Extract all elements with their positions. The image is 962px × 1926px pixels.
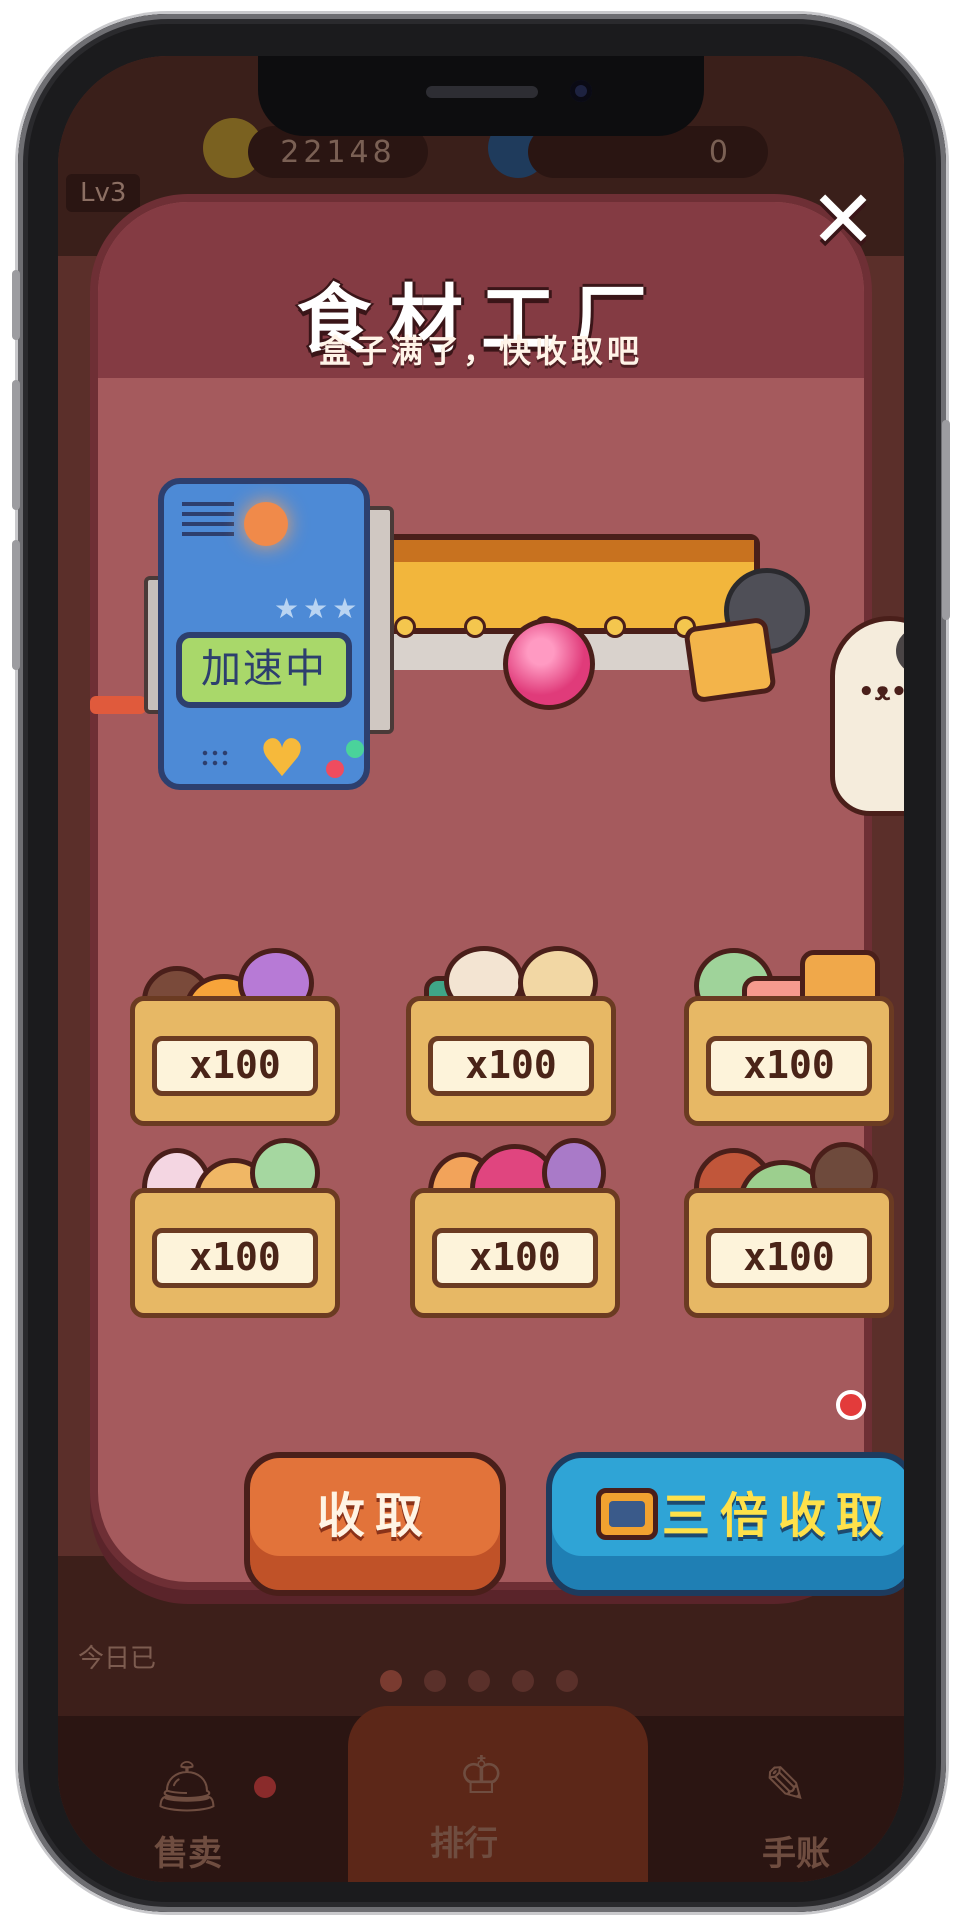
front-camera — [570, 80, 592, 102]
collect-button[interactable]: 收取 — [244, 1452, 506, 1596]
power-button — [942, 420, 950, 620]
food-machine: ★★★ 加速中 ♥ — [158, 478, 370, 790]
level-badge: Lv3 — [66, 174, 141, 212]
nav-label-rank: 排行 — [430, 1824, 498, 1864]
phone-screen: 22148 0 Lv3 今日已 🛎 售卖 ♔ 排行 ✎ 手账 食材工厂 ✕ 盒子… — [58, 56, 904, 1882]
heart-icon: ♥ — [258, 729, 306, 789]
bell-icon: 🛎 — [154, 1757, 221, 1817]
tv-ad-icon — [596, 1488, 658, 1540]
green-knob — [346, 740, 364, 758]
belt-bolt — [394, 616, 416, 638]
page-indicator — [380, 1670, 578, 1692]
volume-up-button — [12, 380, 20, 510]
cheese-food-item — [683, 616, 777, 704]
notebook-icon: ✎ — [764, 1756, 808, 1816]
speaker-grille — [200, 748, 230, 770]
close-button[interactable]: ✕ — [803, 180, 883, 260]
triple-collect-label: 三倍收取 — [662, 1488, 895, 1544]
food-box[interactable]: x100 — [684, 946, 894, 1126]
box-quantity: x100 — [706, 1036, 872, 1096]
vent-grille — [182, 502, 234, 542]
box-quantity: x100 — [706, 1228, 872, 1288]
trophy-icon: ♔ — [458, 1746, 505, 1806]
nav-tab-notebook[interactable]: 手账 — [762, 1826, 830, 1875]
notch — [258, 56, 704, 136]
page-dot — [468, 1670, 490, 1692]
notification-dot — [254, 1776, 276, 1798]
belt-bolt — [604, 616, 626, 638]
food-factory-popup: 食材工厂 — [98, 202, 864, 1582]
box-quantity: x100 — [428, 1036, 594, 1096]
page-dot — [512, 1670, 534, 1692]
mute-switch — [12, 270, 20, 340]
volume-down-button — [12, 540, 20, 670]
box-quantity: x100 — [152, 1036, 318, 1096]
cat-chef-character — [830, 616, 904, 816]
bulb-icon — [244, 502, 288, 546]
triple-collect-button[interactable]: 三倍收取 — [546, 1452, 904, 1596]
food-box[interactable]: x100 — [130, 1138, 340, 1318]
food-box[interactable]: x100 — [130, 946, 340, 1126]
star-rating: ★★★ — [274, 592, 362, 625]
page-dot — [380, 1670, 402, 1692]
food-box[interactable]: x100 — [406, 946, 616, 1126]
food-box[interactable]: x100 — [684, 1138, 894, 1318]
machine-handle — [90, 696, 146, 714]
page-dot — [556, 1670, 578, 1692]
page-dot — [424, 1670, 446, 1692]
belt-stripe — [354, 540, 754, 562]
today-status-text: 今日已 — [78, 1644, 157, 1674]
tv-screen — [609, 1501, 645, 1527]
food-box[interactable]: x100 — [410, 1138, 620, 1318]
status-message: 盒子满了，快收取吧 — [318, 332, 643, 370]
red-knob — [326, 760, 344, 778]
box-quantity: x100 — [152, 1228, 318, 1288]
belt-bolt — [464, 616, 486, 638]
nav-tab-sell[interactable]: 售卖 — [154, 1826, 222, 1875]
notification-dot — [836, 1390, 866, 1420]
earpiece-speaker — [426, 86, 538, 98]
cat-face: •ᴥ• — [858, 677, 904, 707]
box-quantity: x100 — [432, 1228, 598, 1288]
machine-status-display: 加速中 — [176, 632, 352, 708]
candy-food-item — [503, 618, 595, 710]
